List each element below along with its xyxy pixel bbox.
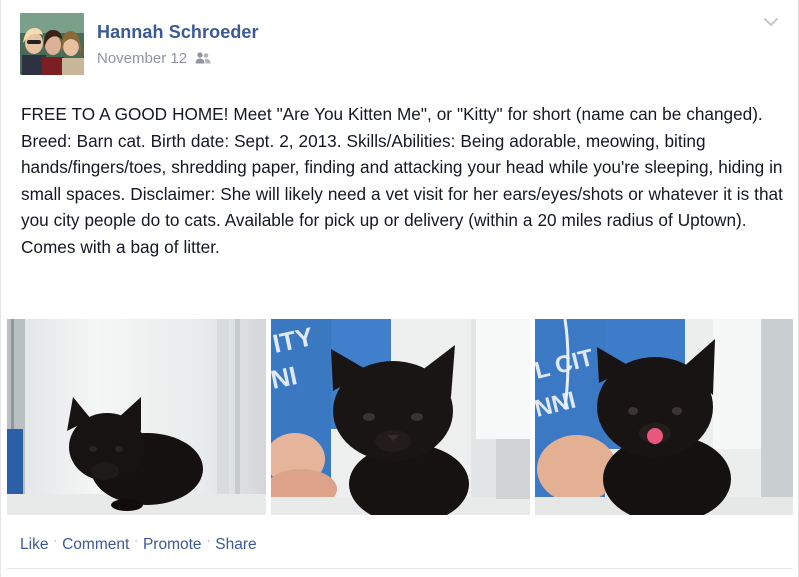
author-name-link[interactable]: Hannah Schroeder	[97, 22, 259, 43]
post-message: FREE TO A GOOD HOME! Meet "Are You Kitte…	[21, 104, 783, 257]
post-timestamp-link[interactable]: November 12	[97, 50, 187, 67]
post-meta: November 12	[97, 49, 211, 67]
photo-kitten-2[interactable]: ITY NI	[271, 319, 530, 515]
separator-dot: ·	[206, 535, 211, 547]
separator-dot: ·	[134, 535, 138, 547]
photo-kitten-1[interactable]	[7, 319, 266, 515]
photo-kitten-3[interactable]: L CIT NNI	[535, 319, 793, 515]
like-link[interactable]: Like	[20, 536, 48, 554]
photo-grid: ITY NI L CIT NNI	[7, 319, 793, 515]
promote-link[interactable]: Promote	[143, 536, 202, 554]
feed-post: Hannah Schroeder November 12 FREE TO A G…	[0, 0, 799, 577]
chevron-down-icon[interactable]	[761, 14, 781, 30]
comment-link[interactable]: Comment	[62, 536, 129, 554]
friends-icon[interactable]	[195, 51, 211, 65]
footer-divider	[7, 568, 793, 569]
share-link[interactable]: Share	[215, 536, 256, 554]
author-avatar[interactable]	[20, 13, 84, 75]
post-actions: Like · Comment · Promote · Share	[20, 535, 257, 555]
separator-dot: ·	[53, 535, 58, 547]
